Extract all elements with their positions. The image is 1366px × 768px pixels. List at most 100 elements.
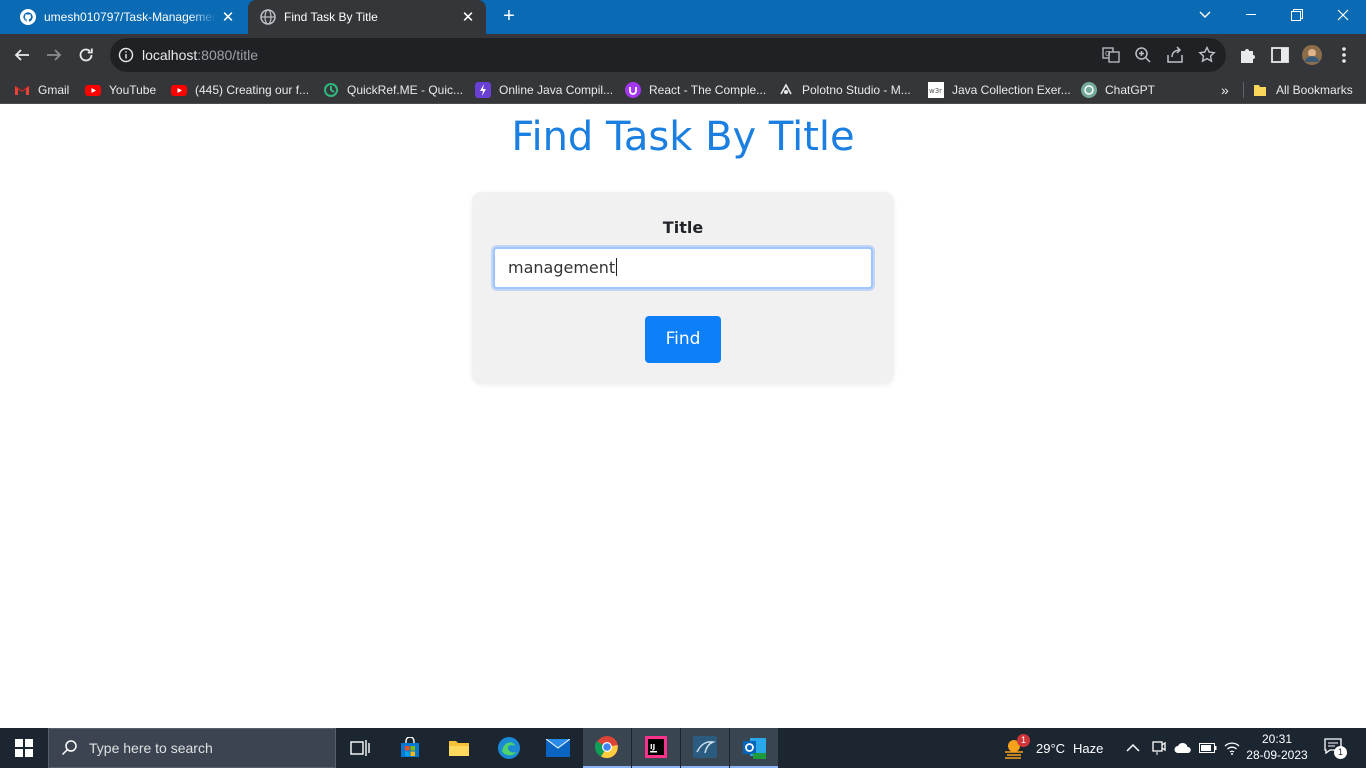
forward-button[interactable] <box>39 40 69 70</box>
close-tab-icon[interactable]: ✕ <box>456 8 480 26</box>
new-tab-button[interactable]: + <box>498 5 520 27</box>
weather-description: Haze <box>1073 740 1104 756</box>
globe-icon <box>260 9 276 25</box>
system-clock[interactable]: 20:31 28-09-2023 <box>1240 731 1314 763</box>
taskbar-mysql-workbench[interactable] <box>681 728 729 768</box>
bookmark-java-collection[interactable]: w3r Java Collection Exer... <box>928 81 1071 99</box>
start-button[interactable] <box>0 728 48 768</box>
close-window-button[interactable] <box>1320 0 1366 30</box>
address-bar[interactable]: localhost:8080/title G <box>110 38 1226 72</box>
taskbar-file-explorer[interactable] <box>435 728 483 768</box>
taskbar-intellij[interactable]: IJ <box>632 728 680 768</box>
windows-logo-icon <box>15 739 33 757</box>
onedrive-cloud-icon[interactable] <box>1174 728 1192 768</box>
title-input[interactable]: management <box>493 247 873 289</box>
minimize-button[interactable] <box>1228 0 1274 30</box>
battery-icon[interactable] <box>1199 728 1217 768</box>
bookmark-java-compiler[interactable]: Online Java Compil... <box>475 81 613 99</box>
bookmarks-divider <box>1243 82 1244 98</box>
youtube-icon <box>171 85 187 96</box>
reload-icon <box>79 48 93 62</box>
tab-search-chevron-icon[interactable] <box>1182 0 1228 30</box>
bookmark-quickref[interactable]: QuickRef.ME - Quic... <box>323 81 463 99</box>
taskbar-edge[interactable] <box>485 728 533 768</box>
taskbar-outlook[interactable] <box>730 728 778 768</box>
share-icon[interactable] <box>1166 46 1184 64</box>
search-icon <box>61 740 77 756</box>
bookmark-label: Online Java Compil... <box>499 83 614 97</box>
browser-tab-strip: umesh010797/Task-Management ✕ Find Task … <box>0 0 1366 34</box>
close-tab-icon[interactable]: ✕ <box>216 8 240 26</box>
taskbar-search-box[interactable]: Type here to search <box>48 728 336 768</box>
taskbar-mail[interactable] <box>534 728 582 768</box>
weather-haze-icon: 1 <box>1002 734 1030 760</box>
chevron-up-icon <box>1126 743 1140 752</box>
bookmark-gmail[interactable]: Gmail <box>14 81 69 99</box>
meet-now-icon[interactable] <box>1152 728 1166 768</box>
svg-text:w3r: w3r <box>929 87 942 95</box>
tab-find-task[interactable]: Find Task By Title ✕ <box>248 0 486 34</box>
store-icon <box>401 737 419 757</box>
more-bookmarks-chevron-icon[interactable]: » <box>1221 81 1229 99</box>
title-label: Title <box>662 218 704 237</box>
clock-time: 20:31 <box>1261 732 1293 746</box>
github-icon <box>20 9 36 25</box>
side-panel-icon[interactable] <box>1270 45 1290 65</box>
taskbar-microsoft-store[interactable] <box>386 728 434 768</box>
page-title: Find Task By Title <box>511 114 855 160</box>
restore-button[interactable] <box>1274 0 1320 30</box>
extensions-puzzle-icon[interactable] <box>1238 45 1258 65</box>
chrome-icon <box>595 736 618 759</box>
translate-icon[interactable]: G <box>1102 46 1120 64</box>
bookmark-youtube[interactable]: YouTube <box>85 81 156 99</box>
search-placeholder: Type here to search <box>89 740 213 756</box>
find-task-form: Title management Find <box>472 192 894 384</box>
show-hidden-icons-button[interactable] <box>1126 728 1140 768</box>
bookmark-label: ChatGPT <box>1105 83 1156 97</box>
bookmark-label: Java Collection Exer... <box>952 83 1071 97</box>
site-info-icon[interactable] <box>118 47 134 63</box>
weather-widget[interactable]: 1 29°C Haze <box>1002 728 1103 768</box>
text-caret <box>616 258 618 276</box>
folder-icon <box>1254 85 1266 96</box>
taskbar-chrome[interactable] <box>583 728 631 768</box>
find-button[interactable]: Find <box>645 316 721 363</box>
youtube-icon <box>85 85 101 96</box>
w3r-icon: w3r <box>928 82 944 98</box>
clock-date: 28-09-2023 <box>1246 748 1308 762</box>
outlook-icon <box>743 738 766 759</box>
bookmark-label: React - The Comple... <box>649 83 767 97</box>
svg-text:IJ: IJ <box>650 743 655 751</box>
all-bookmarks-folder[interactable]: All Bookmarks <box>1252 81 1353 99</box>
notification-center-button[interactable]: 1 <box>1324 728 1347 768</box>
zoom-icon[interactable] <box>1134 46 1152 64</box>
wifi-icon[interactable] <box>1224 728 1240 768</box>
bookmark-chatgpt[interactable]: ChatGPT <box>1081 81 1155 99</box>
bookmark-react-course[interactable]: React - The Comple... <box>625 81 766 99</box>
back-arrow-icon <box>14 49 29 61</box>
page-content: Find Task By Title Title management Find <box>0 104 1366 728</box>
tab-title: umesh010797/Task-Management <box>44 10 216 24</box>
tab-github[interactable]: umesh010797/Task-Management ✕ <box>8 0 246 34</box>
back-button[interactable] <box>7 40 37 70</box>
bookmark-polotno[interactable]: Polotno Studio - M... <box>778 81 911 99</box>
windows-taskbar: Type here to search IJ 1 29°C Haze 20:31… <box>0 728 1366 768</box>
bookmark-label: (445) Creating our f... <box>195 83 310 97</box>
profile-avatar[interactable] <box>1302 45 1322 65</box>
bookmarks-bar: Gmail YouTube (445) Creating our f... Qu… <box>0 76 1366 104</box>
compiler-icon <box>475 82 491 98</box>
tab-title: Find Task By Title <box>284 10 378 24</box>
mail-icon <box>546 739 570 757</box>
reload-button[interactable] <box>71 40 101 70</box>
svg-text:G: G <box>1105 50 1110 58</box>
chatgpt-icon <box>1081 82 1097 98</box>
bookmark-star-icon[interactable] <box>1198 46 1216 64</box>
polotno-icon <box>780 83 792 95</box>
weather-temperature: 29°C <box>1036 740 1066 756</box>
task-view-button[interactable] <box>336 728 384 768</box>
bookmark-label: Gmail <box>38 83 70 97</box>
menu-kebab-icon[interactable] <box>1334 45 1354 65</box>
notification-icon: 1 <box>1324 738 1347 759</box>
title-input-value: management <box>508 258 616 277</box>
bookmark-youtube-video[interactable]: (445) Creating our f... <box>171 81 309 99</box>
